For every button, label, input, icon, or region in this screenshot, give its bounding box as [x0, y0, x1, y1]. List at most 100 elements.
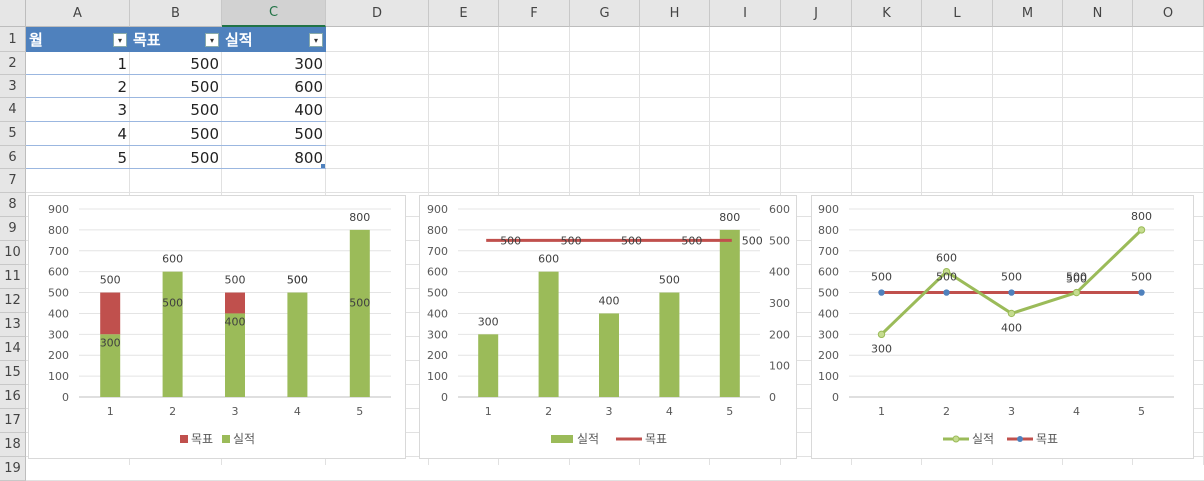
table-cell[interactable]: 1: [26, 52, 130, 75]
table-header-cell[interactable]: 실적 ▾: [222, 27, 326, 52]
legend-label: 실적: [577, 432, 599, 446]
row-header-5[interactable]: 5: [0, 122, 26, 146]
table-cell[interactable]: 500: [130, 146, 222, 169]
data-label: 500: [621, 234, 642, 247]
chart-combo-column-line[interactable]: 0 100 200 300 400 500 600 700 800 900 1 2 3 4 5 0 100 200…: [419, 195, 797, 459]
table-cell[interactable]: 400: [222, 98, 326, 122]
row-header-14[interactable]: 14: [0, 337, 26, 361]
row-header-19[interactable]: 19: [0, 457, 26, 481]
column-header-d[interactable]: D: [326, 0, 429, 27]
column-header-h[interactable]: H: [640, 0, 710, 27]
column-header-o[interactable]: O: [1133, 0, 1204, 27]
x-tick-label: 4: [666, 405, 673, 418]
filter-dropdown-icon[interactable]: ▾: [113, 33, 127, 47]
select-all-corner[interactable]: [0, 0, 26, 27]
y2-tick-label: 600: [769, 203, 790, 216]
y-tick-label: 600: [818, 266, 839, 279]
table-cell[interactable]: 500: [130, 52, 222, 75]
legend-marker-target: [1017, 436, 1023, 442]
table-cell[interactable]: 4: [26, 122, 130, 146]
table-header-cell[interactable]: 목표 ▾: [130, 27, 222, 52]
data-label: 600: [162, 253, 183, 266]
bar-actual: [599, 313, 619, 397]
y-tick-label: 100: [427, 370, 448, 383]
table-cell[interactable]: 2: [26, 75, 130, 98]
bar-target: [100, 292, 121, 335]
column-header-i[interactable]: I: [710, 0, 781, 27]
column-header-c[interactable]: C: [222, 0, 326, 27]
y-tick-label: 900: [427, 203, 448, 216]
legend-label: 실적: [233, 432, 255, 446]
chart-stacked-column[interactable]: 0 100 200 300 400 500 600 700 800 900 1 2 3 4 5 500 300 6…: [28, 195, 406, 459]
table-row-border: [26, 168, 326, 169]
bar-target: [225, 292, 245, 314]
table-cell[interactable]: 500: [130, 75, 222, 98]
column-header-l[interactable]: L: [922, 0, 993, 27]
y-tick-label: 0: [62, 391, 69, 404]
table-cell[interactable]: 500: [130, 122, 222, 146]
table-cell[interactable]: 5: [26, 146, 130, 169]
legend-label: 실적: [972, 432, 994, 446]
bar-actual: [349, 229, 370, 397]
table-header-cell[interactable]: 월 ▾: [26, 27, 130, 52]
row-header-13[interactable]: 13: [0, 313, 26, 337]
data-label: 800: [1131, 210, 1152, 223]
column-header-m[interactable]: M: [993, 0, 1063, 27]
marker-target: [1008, 289, 1015, 296]
legend-label: 목표: [1036, 432, 1058, 446]
row-header-16[interactable]: 16: [0, 385, 26, 409]
data-label: 500: [681, 234, 702, 247]
chart-stacked-column-plot: 0 100 200 300 400 500 600 700 800 900 1 2 3 4 5 500 300 6…: [48, 203, 391, 446]
y-tick-label: 900: [48, 203, 69, 216]
row-header-6[interactable]: 6: [0, 146, 26, 169]
marker-actual: [1072, 288, 1081, 297]
data-label: 500: [225, 274, 246, 287]
row-header-18[interactable]: 18: [0, 433, 26, 457]
table-resize-handle[interactable]: [321, 164, 325, 168]
column-header-j[interactable]: J: [781, 0, 852, 27]
table-cell[interactable]: 800: [222, 146, 326, 169]
data-label: 500: [936, 271, 957, 284]
table-cell[interactable]: 500: [130, 98, 222, 122]
x-tick-label: 2: [545, 405, 552, 418]
y-tick-label: 600: [48, 266, 69, 279]
y-tick-label: 700: [818, 245, 839, 258]
row-header-17[interactable]: 17: [0, 409, 26, 433]
y-tick-label: 800: [818, 224, 839, 237]
row-header-2[interactable]: 2: [0, 52, 26, 75]
column-header-a[interactable]: A: [26, 0, 130, 27]
marker-actual: [877, 330, 886, 339]
data-label: 800: [349, 211, 370, 224]
filter-dropdown-icon[interactable]: ▾: [309, 33, 323, 47]
y-tick-label: 800: [48, 224, 69, 237]
y-tick-label: 700: [427, 245, 448, 258]
column-header-f[interactable]: F: [499, 0, 570, 27]
row-header-7[interactable]: 7: [0, 169, 26, 193]
table-cell[interactable]: 300: [222, 52, 326, 75]
column-header-k[interactable]: K: [852, 0, 922, 27]
marker-target: [878, 289, 885, 296]
table-header-label: 목표: [133, 31, 161, 49]
row-header-15[interactable]: 15: [0, 361, 26, 385]
row-header-1[interactable]: 1: [0, 27, 26, 52]
table-cell[interactable]: 3: [26, 98, 130, 122]
row-header-3[interactable]: 3: [0, 75, 26, 98]
row-header-11[interactable]: 11: [0, 265, 26, 289]
row-header-10[interactable]: 10: [0, 241, 26, 265]
table-cell[interactable]: 600: [222, 75, 326, 98]
chart-line[interactable]: 0 100 200 300 400 500 600 700 800 900 1 2 3 4 5 300 600 4…: [811, 195, 1194, 459]
row-header-9[interactable]: 9: [0, 217, 26, 241]
legend-marker-actual: [952, 435, 960, 443]
table-cell[interactable]: 500: [222, 122, 326, 146]
column-header-g[interactable]: G: [570, 0, 640, 27]
row-header-8[interactable]: 8: [0, 193, 26, 217]
row-header-12[interactable]: 12: [0, 289, 26, 313]
bar-actual: [287, 292, 308, 397]
column-header-b[interactable]: B: [130, 0, 222, 27]
filter-dropdown-icon[interactable]: ▾: [205, 33, 219, 47]
data-label: 500: [100, 274, 121, 287]
column-header-n[interactable]: N: [1063, 0, 1133, 27]
row-header-4[interactable]: 4: [0, 98, 26, 122]
x-tick-label: 1: [107, 405, 114, 418]
column-header-e[interactable]: E: [429, 0, 499, 27]
